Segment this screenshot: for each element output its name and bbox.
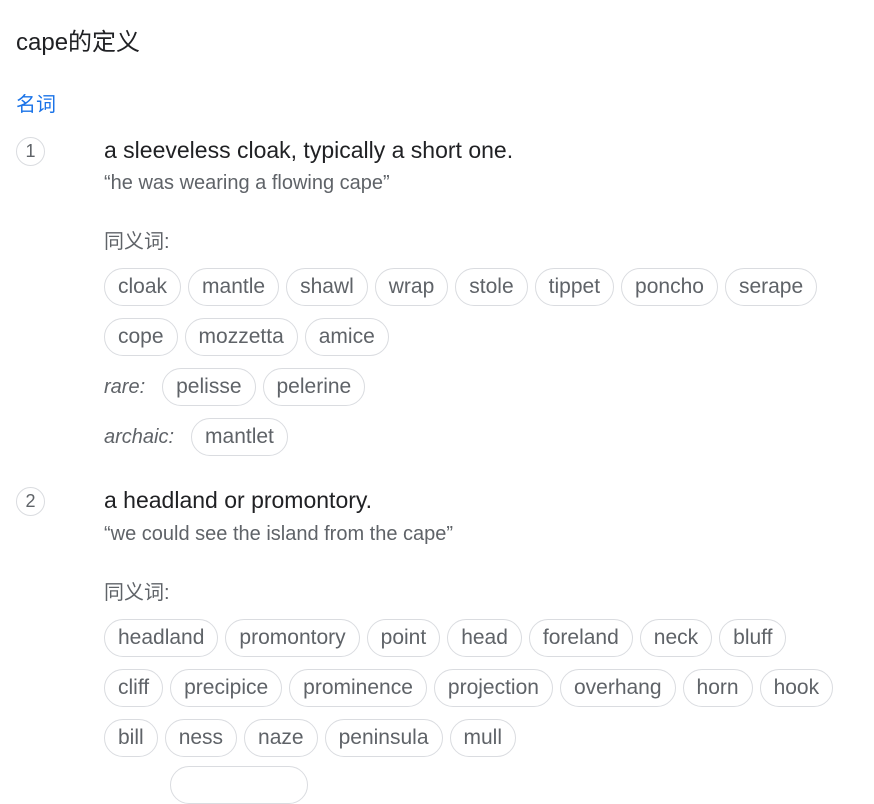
sense-1-synonym-row-1: cloak mantle shawl wrap stole tippet pon…: [104, 267, 824, 307]
definition-title: cape的定义: [16, 29, 141, 56]
sense-2-synonym-row-1: headland promontory point head foreland …: [104, 618, 793, 658]
synonym-chip[interactable]: projection: [433, 669, 553, 707]
sense-2-synonyms-label: 同义词:: [104, 582, 170, 604]
synonym-chip[interactable]: pelisse: [162, 368, 256, 406]
sense-1-synonym-row-2: cope mozzetta amice: [104, 317, 396, 357]
sense-1-example: “he was wearing a flowing cape”: [104, 172, 390, 194]
synonym-chip[interactable]: cloak: [104, 268, 182, 306]
synonym-chip[interactable]: foreland: [528, 619, 633, 657]
synonym-chip[interactable]: stole: [455, 268, 528, 306]
synonym-chip[interactable]: prominence: [289, 669, 427, 707]
partially-visible-chip[interactable]: [170, 766, 308, 804]
synonym-chip[interactable]: pelerine: [262, 368, 366, 406]
sense-1-definition: a sleeveless cloak, typically a short on…: [104, 137, 514, 163]
synonym-chip[interactable]: horn: [682, 669, 753, 707]
part-of-speech: 名词: [16, 94, 56, 116]
synonym-chip[interactable]: tippet: [534, 268, 615, 306]
synonym-chip[interactable]: poncho: [621, 268, 718, 306]
register-label-archaic: archaic:: [104, 425, 175, 448]
synonym-chip[interactable]: shawl: [286, 268, 368, 306]
synonym-chip[interactable]: precipice: [170, 669, 283, 707]
sense-1-synonyms-label: 同义词:: [104, 231, 170, 253]
synonym-chip[interactable]: serape: [724, 268, 818, 306]
sense-2-example: “we could see the island from the cape”: [104, 523, 454, 545]
synonym-chip[interactable]: wrap: [374, 268, 449, 306]
synonym-chip[interactable]: mantle: [188, 268, 280, 306]
synonym-chip[interactable]: neck: [639, 619, 713, 657]
synonym-chip[interactable]: promontory: [225, 619, 360, 657]
synonym-chip[interactable]: naze: [244, 719, 318, 757]
synonym-chip[interactable]: cope: [104, 318, 178, 356]
synonym-chip[interactable]: mull: [449, 719, 517, 757]
register-label-rare: rare:: [104, 375, 146, 398]
synonym-chip[interactable]: amice: [304, 318, 389, 356]
sense-1-rare-row: rare: pelisse pelerine: [104, 367, 372, 407]
sense-1-archaic-row: archaic: mantlet: [104, 417, 295, 457]
sense-number-2: 2: [16, 487, 45, 516]
synonym-chip[interactable]: head: [447, 619, 522, 657]
synonym-chip[interactable]: ness: [164, 719, 238, 757]
synonym-chip[interactable]: point: [366, 619, 441, 657]
synonym-chip[interactable]: peninsula: [324, 719, 443, 757]
synonym-chip[interactable]: cliff: [104, 669, 164, 707]
synonym-chip[interactable]: bill: [104, 719, 158, 757]
sense-number-1: 1: [16, 137, 45, 166]
synonym-chip[interactable]: mozzetta: [184, 318, 298, 356]
synonym-chip[interactable]: bluff: [719, 619, 787, 657]
sense-2-synonym-row-3: bill ness naze peninsula mull: [104, 718, 523, 758]
synonym-chip[interactable]: hook: [759, 669, 834, 707]
synonym-chip[interactable]: overhang: [559, 669, 676, 707]
synonym-chip[interactable]: mantlet: [191, 418, 288, 456]
synonym-chip[interactable]: headland: [104, 619, 219, 657]
sense-2-synonym-row-2: cliff precipice prominence projection ov…: [104, 668, 840, 708]
sense-2-definition: a headland or promontory.: [104, 487, 373, 513]
